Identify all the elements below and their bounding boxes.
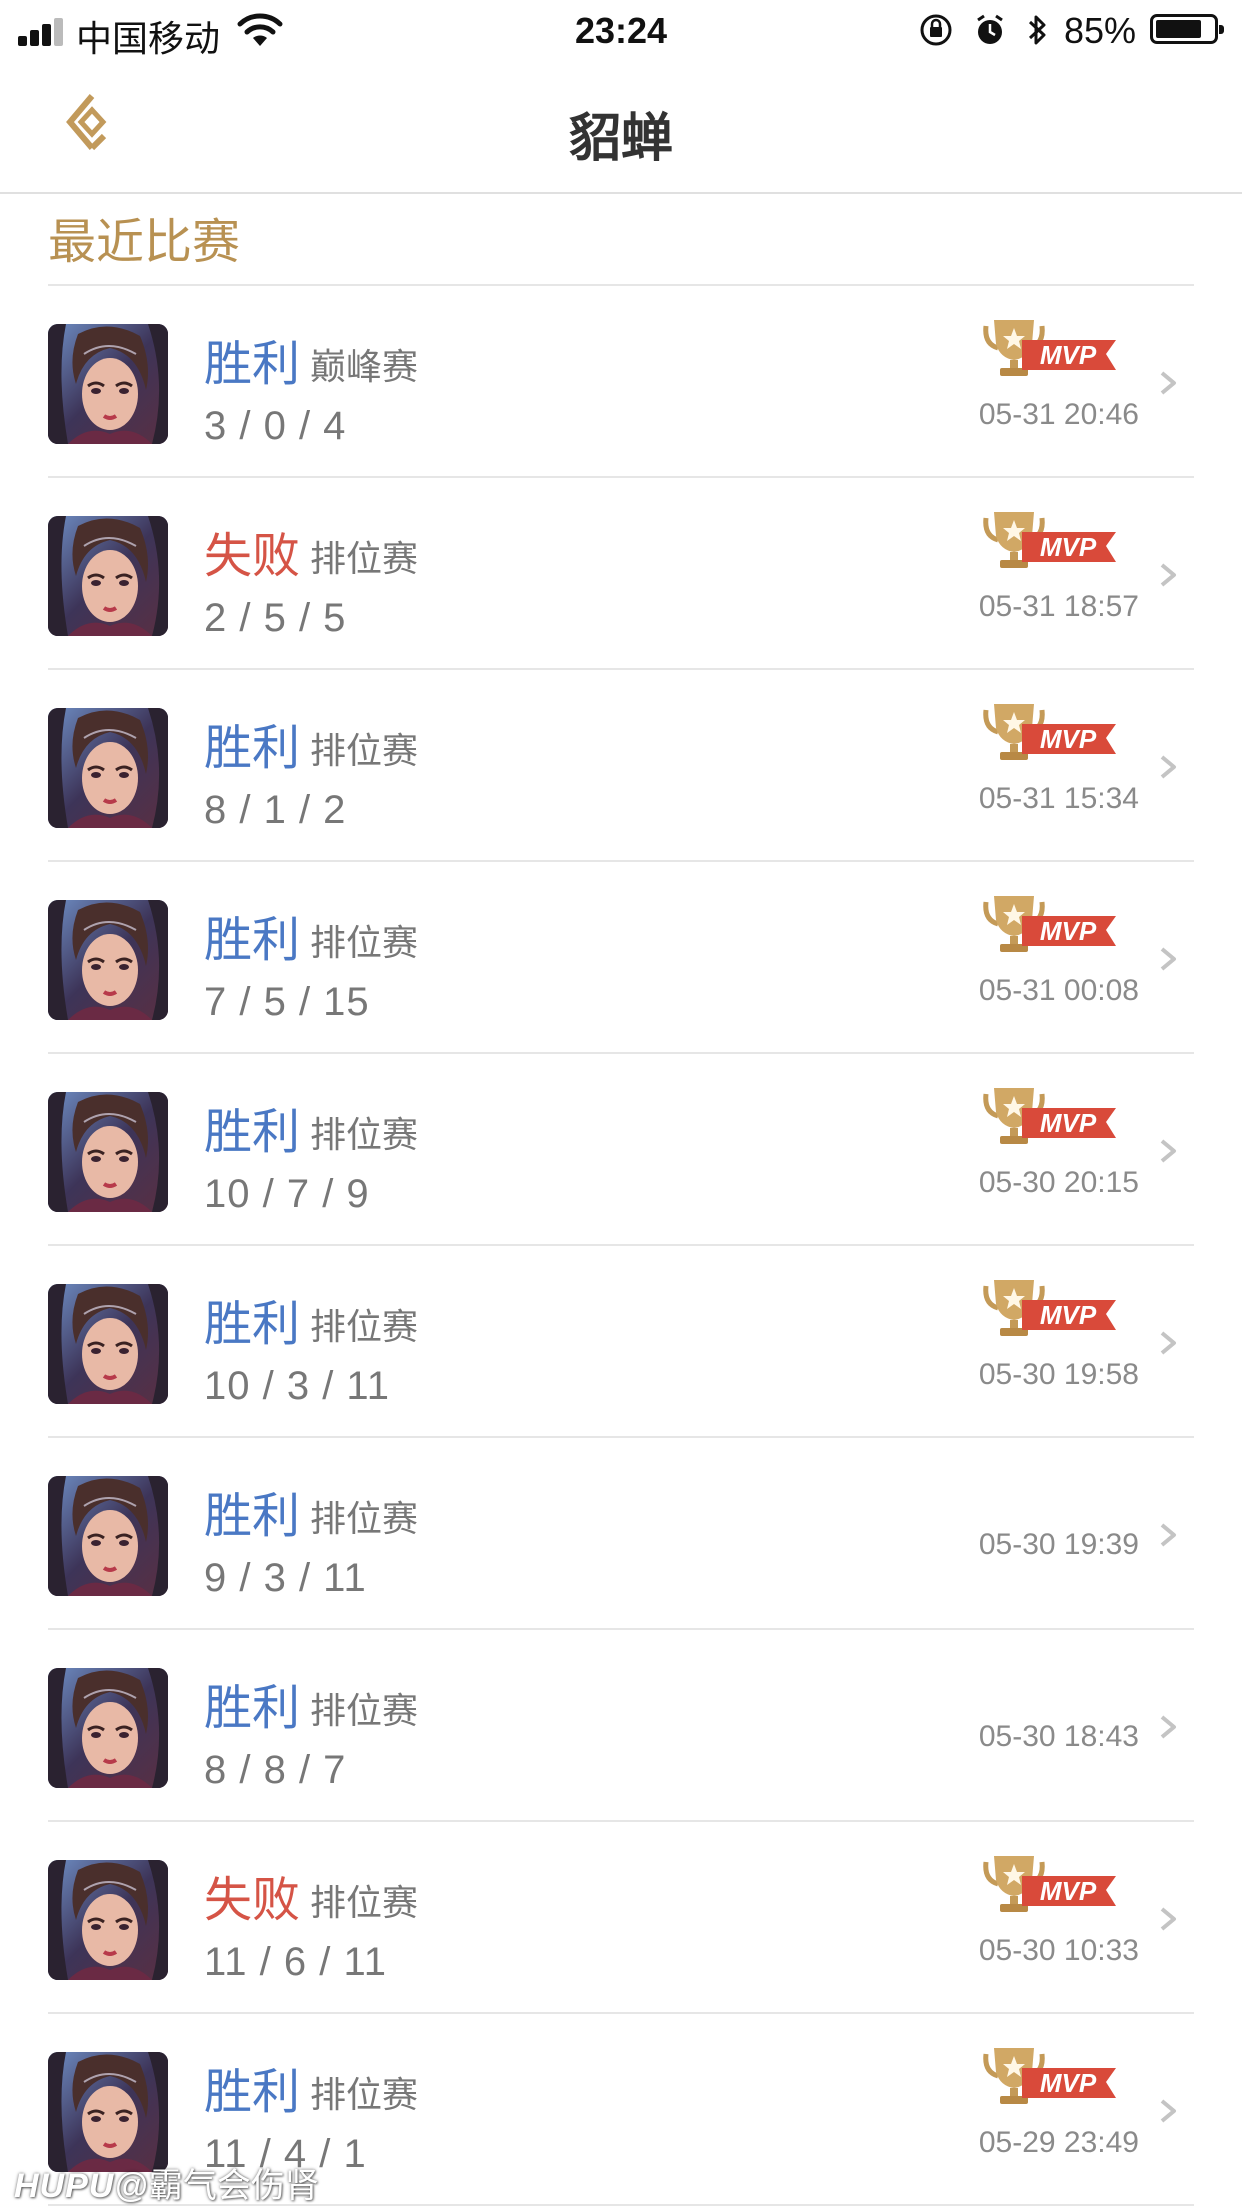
orientation-lock-icon xyxy=(920,14,952,46)
match-kda: 10 / 7 / 9 xyxy=(204,1172,370,1216)
chevron-right-icon xyxy=(1160,2099,1176,2123)
hero-avatar xyxy=(48,324,168,444)
mvp-label: MVP xyxy=(1040,1876,1097,1906)
chevron-right-icon xyxy=(1160,1715,1176,1739)
match-mode: 排位赛 xyxy=(310,730,419,771)
match-mode: 排位赛 xyxy=(310,1882,419,1923)
hero-avatar xyxy=(48,1860,168,1980)
match-mode: 排位赛 xyxy=(310,1498,419,1539)
mvp-badge-icon: MVP xyxy=(983,896,1116,952)
match-result: 失败 xyxy=(204,530,301,583)
match-kda: 11 / 6 / 11 xyxy=(204,1940,387,1984)
mvp-label: MVP xyxy=(1040,1108,1097,1138)
match-row[interactable]: 胜利 排位赛 10 / 3 / 11 MVP 05-30 19:58 xyxy=(0,1246,1242,1438)
match-row[interactable]: 胜利 排位赛 8 / 1 / 2 MVP 05-31 15:34 xyxy=(0,670,1242,862)
match-result: 胜利 xyxy=(204,338,301,391)
mvp-label: MVP xyxy=(1040,2068,1097,2098)
match-mode: 排位赛 xyxy=(310,2074,419,2115)
battery-percent: 85% xyxy=(1064,10,1137,51)
hero-avatar xyxy=(48,1668,168,1788)
watermark-user: @霸气会伤肾 xyxy=(114,2167,319,2205)
bluetooth-icon xyxy=(1028,15,1046,45)
match-time: 05-30 19:58 xyxy=(978,1358,1139,1391)
match-kda: 10 / 3 / 11 xyxy=(204,1364,390,1408)
match-kda: 8 / 1 / 2 xyxy=(204,788,347,832)
mvp-label: MVP xyxy=(1040,1300,1097,1330)
match-kda: 7 / 5 / 15 xyxy=(204,980,370,1024)
chevron-right-icon xyxy=(1160,755,1176,779)
match-row[interactable]: 胜利 排位赛 7 / 5 / 15 MVP 05-31 00:08 xyxy=(0,862,1242,1054)
mvp-label: MVP xyxy=(1040,532,1097,562)
hero-avatar xyxy=(48,516,168,636)
match-mode: 排位赛 xyxy=(310,1306,419,1347)
match-result: 胜利 xyxy=(204,722,301,775)
mvp-label: MVP xyxy=(1040,916,1097,946)
chevron-right-icon xyxy=(1160,1139,1176,1163)
match-row[interactable]: 胜利 排位赛 8 / 8 / 7 05-30 18:43 xyxy=(0,1630,1242,1822)
alarm-icon xyxy=(977,14,1003,44)
mvp-badge-icon: MVP xyxy=(983,1856,1116,1912)
status-icons xyxy=(920,14,1046,46)
chevron-right-icon xyxy=(1160,1907,1176,1931)
match-time: 05-30 19:39 xyxy=(978,1528,1139,1561)
chevron-right-icon xyxy=(1160,1331,1176,1355)
mvp-label: MVP xyxy=(1040,340,1097,370)
mvp-badge-icon: MVP xyxy=(983,704,1116,760)
watermark: HUPU@霸气会伤肾 xyxy=(14,2158,319,2207)
match-list: 胜利 巅峰赛 3 / 0 / 4 MVP 05-31 20:46 失败 排位赛 … xyxy=(0,286,1242,2206)
mvp-badge-icon: MVP xyxy=(983,1088,1116,1144)
match-result: 失败 xyxy=(204,1874,301,1927)
match-kda: 8 / 8 / 7 xyxy=(204,1748,347,1792)
match-row[interactable]: 胜利 排位赛 9 / 3 / 11 05-30 19:39 xyxy=(0,1438,1242,1630)
match-time: 05-31 20:46 xyxy=(978,398,1139,431)
match-result: 胜利 xyxy=(204,1298,301,1351)
match-kda: 2 / 5 / 5 xyxy=(204,596,347,640)
battery-icon xyxy=(1150,14,1224,44)
match-result: 胜利 xyxy=(204,1682,301,1735)
match-mode: 排位赛 xyxy=(310,1690,419,1731)
match-time: 05-31 00:08 xyxy=(978,974,1139,1007)
mvp-label: MVP xyxy=(1040,724,1097,754)
chevron-right-icon xyxy=(1160,563,1176,587)
match-kda: 9 / 3 / 11 xyxy=(204,1556,367,1600)
mvp-badge-icon: MVP xyxy=(983,2048,1116,2104)
match-kda: 3 / 0 / 4 xyxy=(204,404,347,448)
match-mode: 排位赛 xyxy=(310,1114,419,1155)
match-result: 胜利 xyxy=(204,1490,301,1543)
match-mode: 排位赛 xyxy=(310,538,419,579)
match-mode: 巅峰赛 xyxy=(310,346,419,387)
match-row[interactable]: 失败 排位赛 2 / 5 / 5 MVP 05-31 18:57 xyxy=(0,478,1242,670)
match-row[interactable]: 失败 排位赛 11 / 6 / 11 MVP 05-30 10:33 xyxy=(0,1822,1242,2014)
match-time: 05-30 10:33 xyxy=(978,1934,1139,1967)
page-title: 貂蝉 xyxy=(568,110,673,168)
status-bar: 中国移动 23:24 85% xyxy=(0,0,1242,62)
watermark-brand: HUPU xyxy=(14,2167,115,2205)
match-time: 05-29 23:49 xyxy=(978,2126,1139,2159)
match-time: 05-30 20:15 xyxy=(978,1166,1139,1199)
match-result: 胜利 xyxy=(204,914,301,967)
chevron-right-icon xyxy=(1160,1523,1176,1547)
match-result: 胜利 xyxy=(204,2066,301,2119)
hero-avatar xyxy=(48,1284,168,1404)
hero-avatar xyxy=(48,2052,168,2172)
hero-avatar xyxy=(48,900,168,1020)
hero-avatar xyxy=(48,1092,168,1212)
match-time: 05-30 18:43 xyxy=(978,1720,1139,1753)
chevron-right-icon xyxy=(1160,371,1176,395)
match-row[interactable]: 胜利 巅峰赛 3 / 0 / 4 MVP 05-31 20:46 xyxy=(0,286,1242,478)
match-time: 05-31 15:34 xyxy=(978,782,1139,815)
match-time: 05-31 18:57 xyxy=(978,590,1139,623)
section-title: 最近比赛 xyxy=(48,216,241,269)
chevron-right-icon xyxy=(1160,947,1176,971)
match-mode: 排位赛 xyxy=(310,922,419,963)
mvp-badge-icon: MVP xyxy=(983,320,1116,376)
hero-avatar xyxy=(48,708,168,828)
match-result: 胜利 xyxy=(204,1106,301,1159)
mvp-badge-icon: MVP xyxy=(983,512,1116,568)
nav-bar: 貂蝉 xyxy=(0,62,1242,194)
hero-avatar xyxy=(48,1476,168,1596)
match-row[interactable]: 胜利 排位赛 10 / 7 / 9 MVP 05-30 20:15 xyxy=(0,1054,1242,1246)
mvp-badge-icon: MVP xyxy=(983,1280,1116,1336)
